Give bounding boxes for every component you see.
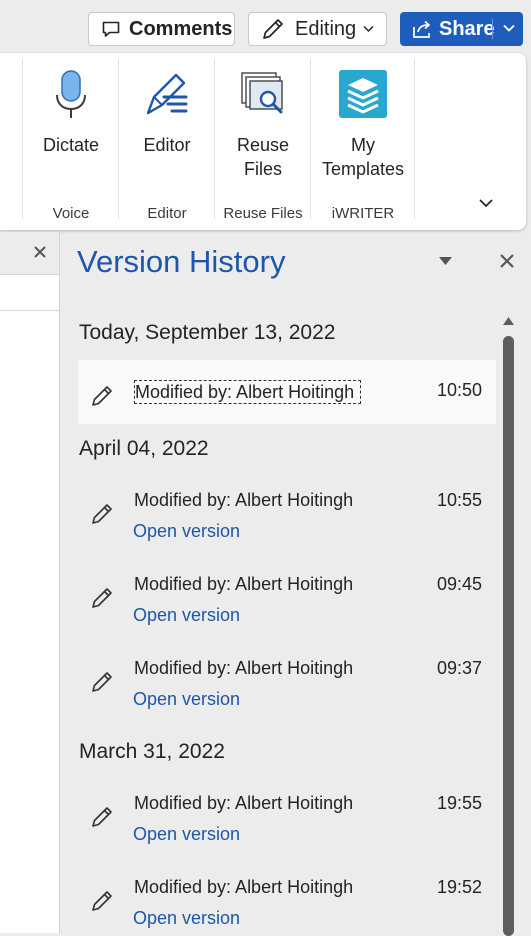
modified-by-text: Modified by: Albert Hoitingh [134,490,354,510]
group-label-voice: Voice [52,205,90,222]
microphone-icon [23,69,119,121]
document-pane-header [0,232,59,275]
scrollbar-thumb[interactable] [503,336,514,936]
version-entry-selected[interactable]: Modified by: Albert Hoitingh 10:50 [78,360,496,424]
open-version-link[interactable]: Open version [133,521,240,542]
editor-label: Editor [143,135,191,155]
group-label-iwriter: iWRITER [331,205,395,222]
pane-close-icon[interactable] [499,253,515,269]
pencil-icon [89,888,115,914]
share-chevron-down-icon[interactable] [502,21,516,35]
comments-label: Comments [129,17,233,40]
version-time: 19:55 [436,793,482,813]
version-history-title: Version History [77,244,286,279]
dictate-label: Dictate [42,135,100,155]
modified-by-text: Modified by: Albert Hoitingh [134,793,354,813]
modified-by-text: Modified by: Albert Hoitingh [134,877,354,897]
open-version-link[interactable]: Open version [133,689,240,710]
ribbon-expand-chevron-icon[interactable] [478,197,494,209]
editor-button[interactable]: Editor [119,59,215,189]
version-time: 10:50 [436,380,482,400]
ribbon-group-editor: Editor Editor [119,59,215,224]
version-time: 09:45 [436,574,482,594]
document-pane [0,232,59,933]
group-label-reuse-files: Reuse Files [223,205,303,222]
pencil-icon [89,501,115,527]
comment-icon [101,19,121,39]
version-entry[interactable]: Modified by: Albert Hoitingh 10:55 Open … [78,478,496,542]
share-icon [411,18,433,40]
open-version-link[interactable]: Open version [133,908,240,929]
modified-by-text: Modified by: Albert Hoitingh [134,380,362,404]
scroll-up-arrow-icon[interactable] [502,316,515,326]
reuse-files-icon [215,69,311,121]
modified-by-text: Modified by: Albert Hoitingh [134,574,354,594]
pencil-icon [89,585,115,611]
share-button[interactable]: Share [400,12,523,46]
version-entry[interactable]: Modified by: Albert Hoitingh 19:52 Open … [78,865,496,929]
title-toolbar: Comments Editing Share [0,0,531,54]
date-heading: March 31, 2022 [79,740,225,763]
pencil-icon [89,804,115,830]
version-time: 19:52 [436,877,482,897]
editing-label: Editing [295,17,357,40]
open-version-link[interactable]: Open version [133,605,240,626]
version-entry[interactable]: Modified by: Albert Hoitingh 09:37 Open … [78,646,496,710]
pane-divider[interactable] [59,232,60,933]
open-version-link[interactable]: Open version [133,824,240,845]
dictate-button[interactable]: Dictate [23,59,119,189]
close-icon[interactable] [33,245,47,259]
ribbon-group-voice: Dictate Voice [23,59,119,224]
ribbon-group-reuse-files: Reuse Files Reuse Files [215,59,311,224]
iwriter-templates-icon [313,69,413,121]
divider [0,310,59,311]
pane-options-dropdown-icon[interactable] [438,256,453,266]
date-heading: Today, September 13, 2022 [79,321,336,344]
share-divider [492,19,493,39]
editor-pen-icon [119,69,215,121]
my-templates-button[interactable]: My Templates [313,59,413,189]
group-label-editor: Editor [147,205,187,222]
ribbon-group-iwriter: My Templates iWRITER [311,59,415,224]
date-heading: April 04, 2022 [79,437,209,460]
pencil-icon [260,16,286,42]
editing-mode-button[interactable]: Editing [248,12,387,46]
chevron-down-icon [363,22,374,36]
pencil-icon [89,669,115,695]
share-label: Share [439,17,495,40]
version-time: 10:55 [436,490,482,510]
version-entry[interactable]: Modified by: Albert Hoitingh 09:45 Open … [78,562,496,626]
ribbon-divider [414,59,415,219]
reuse-files-button[interactable]: Reuse Files [215,59,311,189]
reuse-files-label: Reuse Files [236,135,290,179]
modified-by-text: Modified by: Albert Hoitingh [134,658,354,678]
my-templates-label: My Templates [321,135,405,179]
pencil-icon [89,383,115,409]
version-entry[interactable]: Modified by: Albert Hoitingh 19:55 Open … [78,781,496,845]
comments-button[interactable]: Comments [88,12,235,46]
version-time: 09:37 [436,658,482,678]
ribbon: Dictate Voice Editor Editor Reuse Files … [0,53,526,230]
